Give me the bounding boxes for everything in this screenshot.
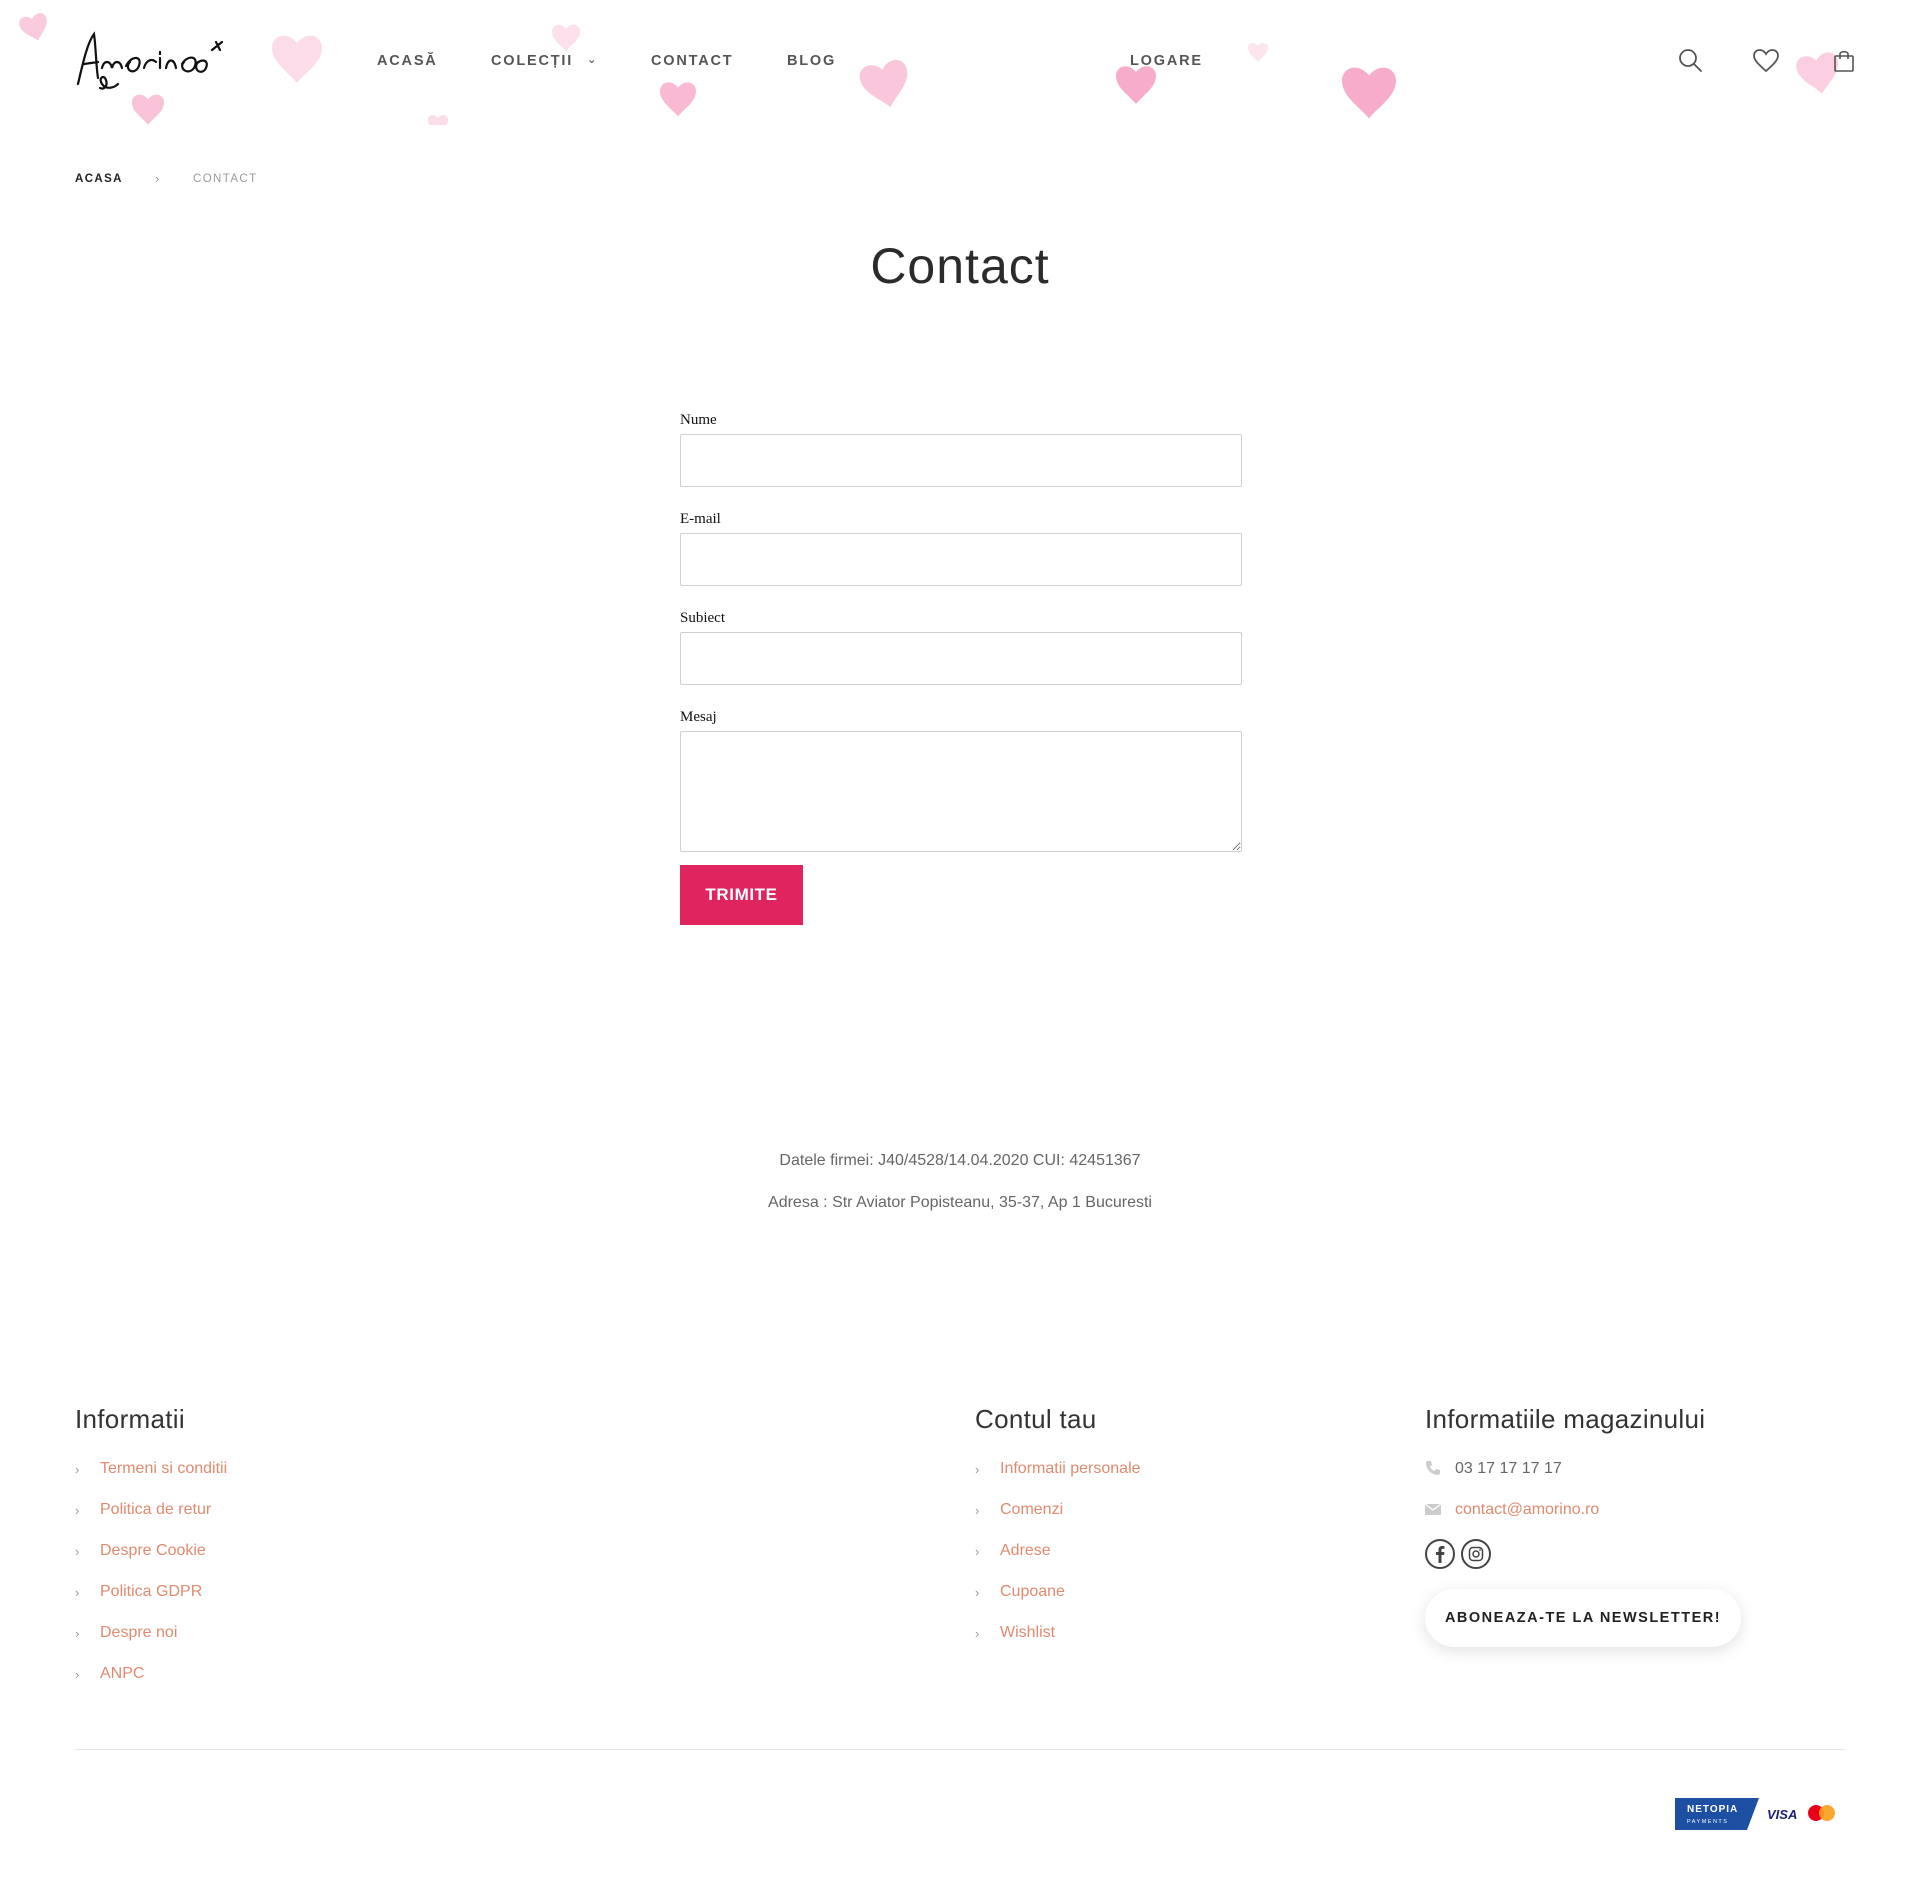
social-links [1425, 1539, 1741, 1569]
email-label: E-mail [680, 511, 721, 527]
company-info: Datele firmei: J40/4528/14.04.2020 CUI: … [0, 1152, 1920, 1236]
payment-logos: NETOPIA PAYMENTS VISA [1675, 1798, 1835, 1830]
login-link[interactable]: LOGARE [1130, 53, 1203, 69]
store-email-link[interactable]: contact@amorino.ro [1455, 1501, 1599, 1519]
instagram-icon[interactable] [1461, 1539, 1491, 1569]
store-phone: 03 17 17 17 17 [1455, 1460, 1562, 1477]
mastercard-logo-right [1819, 1805, 1835, 1821]
shopping-bag-icon[interactable] [1830, 47, 1858, 75]
message-field[interactable] [680, 731, 1242, 852]
footer-link-label: ANPC [100, 1665, 145, 1682]
chevron-right-icon: › [75, 1503, 80, 1518]
footer-link-label: Cupoane [1000, 1583, 1065, 1600]
footer-link-label: Adrese [1000, 1542, 1051, 1559]
breadcrumb-separator: › [155, 171, 161, 186]
footer-link-adrese[interactable]: › Adrese [975, 1542, 1141, 1583]
store-phone-row: 03 17 17 17 17 [1425, 1460, 1741, 1501]
phone-icon [1425, 1460, 1455, 1481]
nav-item-contact[interactable]: CONTACT [651, 53, 733, 69]
footer-link-label: Politica GDPR [100, 1583, 203, 1600]
chevron-right-icon: › [975, 1503, 980, 1518]
nav-item-colectii[interactable]: COLECȚII ⌄ [491, 53, 598, 69]
store-email-row: contact@amorino.ro [1424, 1501, 1741, 1542]
footer-link-label: Despre Cookie [100, 1542, 206, 1559]
envelope-icon [1424, 1501, 1455, 1522]
chevron-right-icon: › [75, 1585, 80, 1600]
footer-link-anpc[interactable]: › ANPC [75, 1665, 227, 1706]
email-field[interactable] [680, 533, 1242, 586]
search-icon[interactable] [1676, 47, 1704, 75]
chevron-right-icon: › [975, 1544, 980, 1559]
footer-link-label: Informatii personale [1000, 1460, 1141, 1477]
footer-link-informatii-personale[interactable]: › Informatii personale [975, 1460, 1141, 1501]
page-title: Contact [870, 238, 1050, 294]
footer-account-links: › Informatii personale › Comenzi › Adrese ›… [975, 1460, 1141, 1665]
submit-button[interactable]: TRIMITE [680, 865, 803, 925]
footer-account-column: Contul tau › Informatii personale › Comenz… [975, 1404, 1141, 1665]
footer-account-title: Contul tau [975, 1404, 1097, 1434]
facebook-icon[interactable] [1425, 1539, 1455, 1569]
chevron-right-icon: › [975, 1462, 980, 1477]
footer-link-retur[interactable]: › Politica de retur [75, 1501, 227, 1542]
netopia-logo-text: NETOPIA [1687, 1804, 1738, 1815]
footer-link-label: Politica de retur [100, 1501, 212, 1518]
footer-link-label: Despre noi [100, 1624, 178, 1641]
footer-link-comenzi[interactable]: › Comenzi [975, 1501, 1141, 1542]
chevron-right-icon: › [975, 1585, 980, 1600]
footer-link-label: Termeni si conditii [100, 1460, 228, 1477]
chevron-right-icon: › [75, 1462, 80, 1477]
chevron-right-icon: › [75, 1667, 80, 1682]
newsletter-subscribe-button[interactable]: ABONEAZA-TE LA NEWSLETTER! [1425, 1589, 1741, 1647]
footer-store-column: Informatiile magazinului 03 17 17 17 17 … [1424, 1404, 1741, 1647]
chevron-right-icon: › [975, 1626, 980, 1641]
subject-label: Subiect [680, 610, 725, 626]
company-registration: Datele firmei: J40/4528/14.04.2020 CUI: … [779, 1152, 1141, 1169]
name-label: Nume [680, 412, 717, 428]
footer-divider [75, 1749, 1845, 1750]
footer-link-despre-noi[interactable]: › Despre noi [75, 1624, 227, 1665]
breadcrumb-home-link[interactable]: ACASA [75, 173, 123, 185]
footer-link-label: Comenzi [1000, 1501, 1064, 1518]
footer-link-cupoane[interactable]: › Cupoane [975, 1583, 1141, 1624]
footer-link-termeni[interactable]: › Termeni si conditii [75, 1460, 227, 1501]
footer-info-links: › Termeni si conditii › Politica de retur … [75, 1460, 227, 1706]
chevron-right-icon: › [75, 1626, 80, 1641]
payment-methods: NETOPIA PAYMENTS VISA [1675, 1798, 1845, 1830]
footer-link-gdpr[interactable]: › Politica GDPR [75, 1583, 227, 1624]
netopia-logo-subtext: PAYMENTS [1687, 1819, 1728, 1825]
heart-icon[interactable] [1752, 47, 1780, 75]
site-header: ACASĂ COLECȚII ⌄ CONTACT BLOG LOGARE [0, 0, 1920, 125]
visa-logo: VISA [1767, 1807, 1797, 1822]
nav-item-colectii-label: COLECȚII [491, 53, 574, 69]
breadcrumb-current: CONTACT [193, 173, 258, 185]
company-address: Adresa : Str Aviator Popisteanu, 35-37, … [768, 1194, 1152, 1211]
message-label: Mesaj [680, 709, 717, 725]
footer-link-label: Wishlist [1000, 1624, 1056, 1641]
footer-info-title: Informatii [75, 1404, 185, 1434]
footer-info-column: Informatii › Termeni si conditii › Politic… [75, 1404, 227, 1706]
contact-form: Nume E-mail Subiect Mesaj TRIMITE [680, 412, 1242, 925]
footer-link-cookie[interactable]: › Despre Cookie [75, 1542, 227, 1583]
subject-field[interactable] [680, 632, 1242, 685]
name-field[interactable] [680, 434, 1242, 487]
main-navigation: ACASĂ COLECȚII ⌄ CONTACT BLOG LOGARE [0, 0, 1920, 125]
chevron-down-icon: ⌄ [587, 54, 599, 66]
nav-item-acasa[interactable]: ACASĂ [377, 53, 438, 69]
footer-store-title: Informatiile magazinului [1425, 1404, 1706, 1434]
footer-link-wishlist[interactable]: › Wishlist [975, 1624, 1141, 1665]
nav-item-blog[interactable]: BLOG [787, 53, 836, 69]
chevron-right-icon: › [75, 1544, 80, 1559]
